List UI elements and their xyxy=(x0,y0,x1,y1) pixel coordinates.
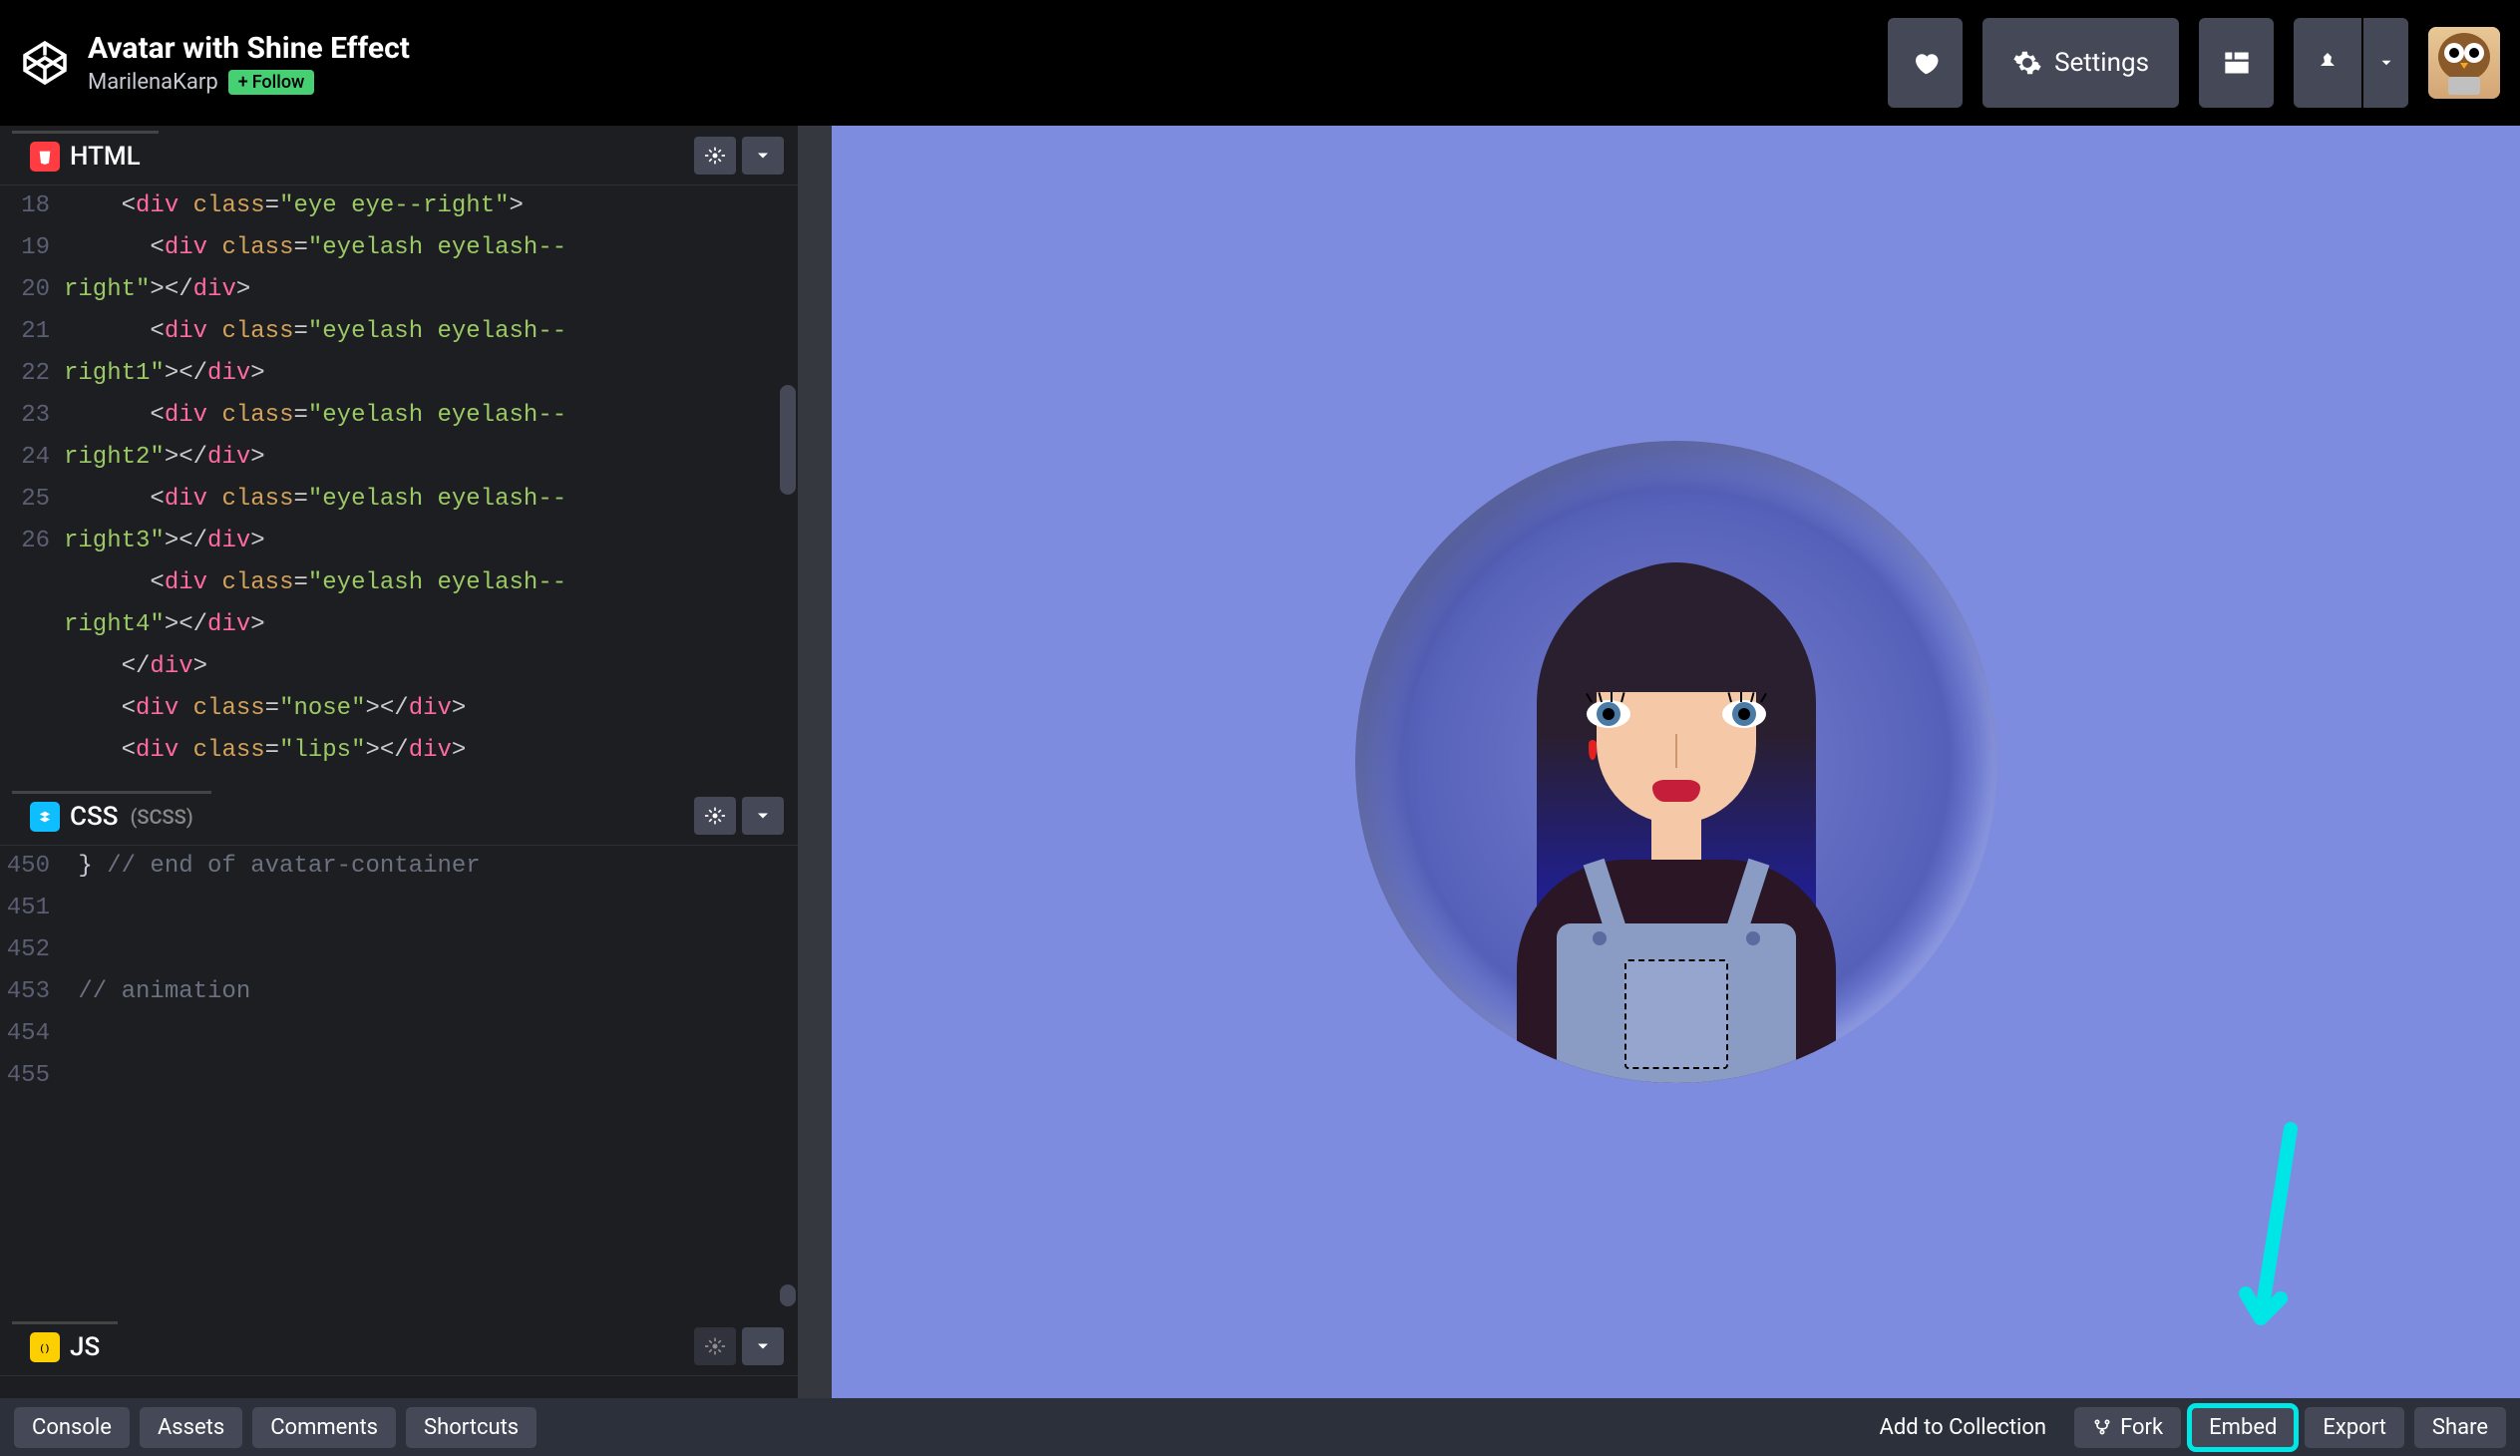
follow-button[interactable]: + Follow xyxy=(228,70,315,95)
pupil-left xyxy=(1603,708,1615,720)
footer-assets-button[interactable]: Assets xyxy=(140,1407,242,1448)
html-tab-label: HTML xyxy=(70,142,141,172)
html-gutter: 18 19 20 21 22 23 24 25 26 xyxy=(0,185,64,786)
html-pane-header: HTML xyxy=(0,126,798,185)
earring-left xyxy=(1589,740,1597,760)
footer-comments-button[interactable]: Comments xyxy=(252,1407,396,1448)
settings-label: Settings xyxy=(2054,48,2149,78)
gear-icon xyxy=(705,1336,725,1356)
js-pane-header: ( ) JS xyxy=(0,1316,798,1376)
footer-embed-button[interactable]: Embed xyxy=(2191,1407,2295,1448)
nose xyxy=(1675,734,1677,768)
overall-button-left xyxy=(1593,931,1607,945)
footer-bar: ConsoleAssetsCommentsShortcuts Add to Co… xyxy=(0,1398,2520,1456)
iris-right xyxy=(1732,702,1756,726)
css-badge-icon xyxy=(30,802,60,832)
js-pane-controls xyxy=(694,1327,784,1365)
css-gutter: 450 451 452 453 454 455 xyxy=(0,846,64,1316)
chevron-down-icon xyxy=(753,806,773,826)
html-code-area[interactable]: 18 19 20 21 22 23 24 25 26 <div class="e… xyxy=(0,185,798,786)
chevron-down-icon xyxy=(2377,54,2395,72)
footer-export-button[interactable]: Export xyxy=(2305,1407,2404,1448)
js-badge-icon: ( ) xyxy=(30,1332,60,1362)
author-name[interactable]: MarilenaKarp xyxy=(88,70,218,95)
css-settings-button[interactable] xyxy=(694,797,736,835)
pen-title[interactable]: Avatar with Shine Effect xyxy=(88,31,410,66)
html-scrollbar[interactable] xyxy=(780,385,796,495)
css-sub-label: (SCSS) xyxy=(130,805,192,829)
fork-icon xyxy=(2092,1417,2112,1437)
js-tab[interactable]: ( ) JS xyxy=(12,1321,118,1370)
love-button[interactable] xyxy=(1888,18,1963,108)
html-editor-pane: HTML 18 19 20 21 22 23 24 25 26 <div cla… xyxy=(0,126,798,786)
plus-icon: + xyxy=(238,72,248,93)
footer-add-to-collection-button[interactable]: Add to Collection xyxy=(1861,1407,2064,1448)
svg-text:( ): ( ) xyxy=(40,1343,49,1354)
css-collapse-button[interactable] xyxy=(742,797,784,835)
footer-right: Add to CollectionForkEmbedExportShare xyxy=(1861,1407,2506,1448)
css-scrollbar[interactable] xyxy=(780,1284,796,1306)
pin-icon xyxy=(2316,49,2340,77)
css-code-content[interactable]: } // end of avatar-container // animatio… xyxy=(64,846,798,1316)
app-header: Avatar with Shine Effect MarilenaKarp + … xyxy=(0,0,2520,126)
html-collapse-button[interactable] xyxy=(742,137,784,175)
css-tab-label: CSS xyxy=(70,802,118,832)
js-tab-label: JS xyxy=(70,1332,100,1362)
heart-icon xyxy=(1911,48,1941,78)
vertical-divider[interactable] xyxy=(798,126,832,1398)
follow-label: Follow xyxy=(252,72,305,93)
pocket xyxy=(1624,959,1728,1069)
editors-column: HTML 18 19 20 21 22 23 24 25 26 <div cla… xyxy=(0,126,798,1398)
gear-icon xyxy=(705,146,725,166)
chevron-down-icon xyxy=(753,146,773,166)
overall-button-right xyxy=(1746,931,1760,945)
html-badge-icon xyxy=(30,142,60,172)
footer-fork-button[interactable]: Fork xyxy=(2074,1407,2181,1448)
layout-button[interactable] xyxy=(2199,18,2274,108)
pin-dropdown-button[interactable] xyxy=(2363,18,2408,108)
pin-button-group xyxy=(2294,18,2408,108)
author-row: MarilenaKarp + Follow xyxy=(88,70,410,95)
header-right: Settings xyxy=(1888,18,2500,108)
html-settings-button[interactable] xyxy=(694,137,736,175)
footer-console-button[interactable]: Console xyxy=(14,1407,130,1448)
title-block: Avatar with Shine Effect MarilenaKarp + … xyxy=(88,31,410,95)
js-editor-pane: ( ) JS xyxy=(0,1316,798,1398)
settings-button[interactable]: Settings xyxy=(1982,18,2179,108)
html-code-content[interactable]: <div class="eye eye--right"> <div class=… xyxy=(64,185,798,786)
footer-share-button[interactable]: Share xyxy=(2414,1407,2506,1448)
html-pane-controls xyxy=(694,137,784,175)
pupil-right xyxy=(1738,708,1750,720)
arrow-annotation-icon xyxy=(2231,1119,2321,1358)
gear-icon xyxy=(2012,48,2042,78)
avatar-illustration xyxy=(1355,441,1997,1083)
eye-left xyxy=(1587,700,1630,728)
css-pane-header: CSS (SCSS) xyxy=(0,786,798,846)
person-figure xyxy=(1477,525,1876,1083)
owl-avatar-icon xyxy=(2428,27,2500,99)
footer-shortcuts-button[interactable]: Shortcuts xyxy=(406,1407,537,1448)
css-tab[interactable]: CSS (SCSS) xyxy=(12,791,211,840)
iris-left xyxy=(1597,702,1620,726)
js-collapse-button[interactable] xyxy=(742,1327,784,1365)
css-pane-controls xyxy=(694,797,784,835)
js-settings-button[interactable] xyxy=(694,1327,736,1365)
layout-icon xyxy=(2223,49,2251,77)
lips xyxy=(1652,780,1700,802)
gear-icon xyxy=(705,806,725,826)
html-tab[interactable]: HTML xyxy=(12,131,159,180)
chevron-down-icon xyxy=(753,1336,773,1356)
pin-button[interactable] xyxy=(2294,18,2361,108)
eye-right xyxy=(1722,700,1766,728)
lashes-right xyxy=(1722,692,1766,704)
codepen-logo-icon[interactable] xyxy=(20,38,70,88)
lashes-left xyxy=(1587,692,1630,704)
css-editor-pane: CSS (SCSS) 450 451 452 453 454 455 } // … xyxy=(0,786,798,1316)
preview-pane xyxy=(832,126,2520,1398)
css-code-area[interactable]: 450 451 452 453 454 455 } // end of avat… xyxy=(0,846,798,1316)
header-left: Avatar with Shine Effect MarilenaKarp + … xyxy=(20,31,410,95)
user-avatar[interactable] xyxy=(2428,27,2500,99)
footer-left: ConsoleAssetsCommentsShortcuts xyxy=(14,1407,537,1448)
main-area: HTML 18 19 20 21 22 23 24 25 26 <div cla… xyxy=(0,126,2520,1398)
